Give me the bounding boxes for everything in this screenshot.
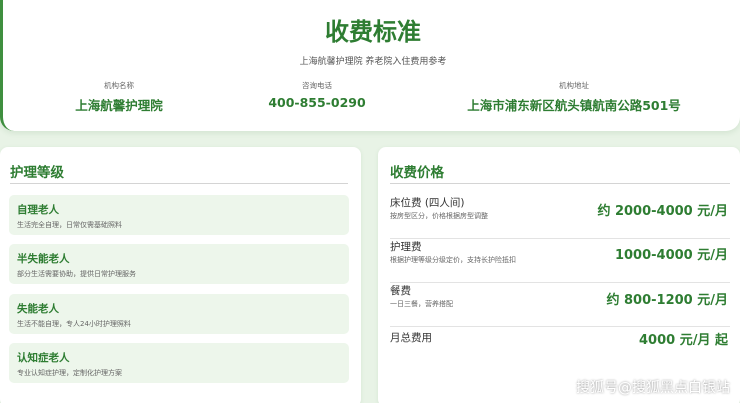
- care-level-desc: 部分生活需要协助，提供日常护理服务: [17, 270, 136, 278]
- care-level-card: 失能老人 生活不能自理，专人24小时护理照料: [9, 294, 349, 334]
- info-label: 机构地址: [559, 81, 589, 90]
- care-level-desc: 生活不能自理，专人24小时护理照料: [17, 320, 131, 328]
- info-label: 咨询电话: [302, 81, 332, 90]
- care-level-name: 自理老人: [17, 204, 59, 216]
- price-item-value: 约 2000-4000 元/月: [597, 204, 728, 219]
- price-row: 床位费 (四人间) 按房型区分，价格根据房型调整 约 2000-4000 元/月: [390, 195, 730, 239]
- info-address: 机构地址 上海市浦东新区航头镇航南公路501号: [463, 80, 685, 114]
- prices-title: 收费价格: [390, 165, 444, 181]
- info-label: 机构名称: [104, 81, 134, 90]
- price-item-desc: 根据护理等级分级定价，支持长护险抵扣: [390, 256, 516, 264]
- care-level-name: 半失能老人: [17, 253, 70, 265]
- divider: [390, 183, 730, 184]
- price-row-total: 月总费用 4000 元/月 起: [390, 330, 730, 374]
- header-card: 收费标准 上海航馨护理院 养老院入住费用参考 机构名称 上海航馨护理院 咨询电话…: [0, 0, 740, 131]
- price-total-value: 4000 元/月 起: [639, 333, 728, 348]
- price-total-name: 月总费用: [390, 332, 432, 344]
- page-title: 收费标准: [325, 18, 421, 46]
- watermark: 搜狐号@搜狐黑点白银站: [576, 380, 730, 396]
- divider: [10, 183, 348, 184]
- price-item-desc: 按房型区分，价格根据房型调整: [390, 212, 488, 220]
- page-subtitle: 上海航馨护理院 养老院入住费用参考: [299, 57, 447, 67]
- care-level-desc: 专业认知症护理，定制化护理方案: [17, 369, 122, 377]
- care-level-card: 认知症老人 专业认知症护理，定制化护理方案: [9, 343, 349, 383]
- info-phone: 咨询电话 400-855-0290: [257, 80, 377, 110]
- prices-panel: 收费价格 床位费 (四人间) 按房型区分，价格根据房型调整 约 2000-400…: [378, 147, 740, 403]
- price-row: 餐费 一日三餐，营养搭配 约 800-1200 元/月: [390, 283, 730, 327]
- price-item-desc: 一日三餐，营养搭配: [390, 300, 453, 308]
- price-item-value: 1000-4000 元/月: [614, 248, 728, 263]
- info-institution-name: 机构名称 上海航馨护理院: [63, 80, 175, 114]
- care-levels-title: 护理等级: [10, 165, 64, 181]
- care-level-name: 失能老人: [17, 303, 59, 315]
- price-item-name: 餐费: [390, 285, 411, 297]
- price-item-name: 护理费: [390, 241, 422, 253]
- price-item-value: 约 800-1200 元/月: [606, 293, 728, 308]
- price-row: 护理费 根据护理等级分级定价，支持长护险抵扣 1000-4000 元/月: [390, 239, 730, 283]
- info-value: 上海市浦东新区航头镇航南公路501号: [467, 98, 681, 113]
- care-level-name: 认知症老人: [17, 352, 70, 364]
- phone-number[interactable]: 400-855-0290: [257, 95, 377, 110]
- info-value: 上海航馨护理院: [75, 98, 163, 113]
- price-item-name: 床位费 (四人间): [390, 197, 465, 209]
- care-level-desc: 生活完全自理，日常仅需基础照料: [17, 221, 122, 229]
- care-level-card: 自理老人 生活完全自理，日常仅需基础照料: [9, 195, 349, 235]
- care-level-card: 半失能老人 部分生活需要协助，提供日常护理服务: [9, 244, 349, 284]
- care-levels-panel: 护理等级 自理老人 生活完全自理，日常仅需基础照料 半失能老人 部分生活需要协助…: [0, 147, 361, 403]
